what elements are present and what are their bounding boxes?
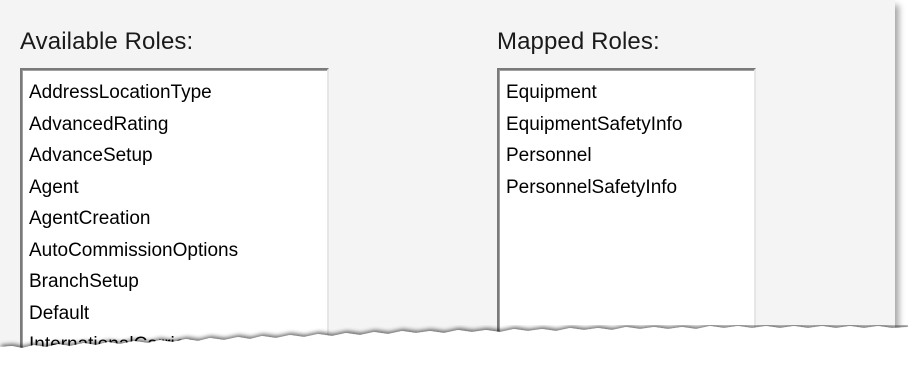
available-role-item[interactable]: BranchSetup: [29, 266, 327, 298]
available-role-item[interactable]: AddressLocationType: [29, 77, 327, 109]
mapped-role-item[interactable]: PersonnelSafetyInfo: [506, 172, 754, 204]
available-roles-label: Available Roles:: [20, 28, 194, 55]
mapped-role-item[interactable]: Personnel: [506, 140, 754, 172]
available-role-item[interactable]: AutoCommissionOptions: [29, 235, 327, 267]
torn-edge-decoration: [0, 326, 908, 365]
available-role-item[interactable]: AgentCreation: [29, 203, 327, 235]
available-role-item[interactable]: AdvancedRating: [29, 109, 327, 141]
available-roles-listbox[interactable]: AddressLocationType AdvancedRating Advan…: [20, 68, 329, 348]
mapped-role-item[interactable]: Equipment: [506, 77, 754, 109]
available-roles-list: AddressLocationType AdvancedRating Advan…: [23, 71, 327, 348]
available-role-item[interactable]: Agent: [29, 172, 327, 204]
mapped-roles-list: Equipment EquipmentSafetyInfo Personnel …: [500, 71, 754, 203]
mapped-roles-label: Mapped Roles:: [497, 28, 660, 55]
available-role-item[interactable]: AdvanceSetup: [29, 140, 327, 172]
role-mapping-panel: Available Roles: Mapped Roles: AddressLo…: [0, 0, 895, 348]
mapped-roles-listbox[interactable]: Equipment EquipmentSafetyInfo Personnel …: [497, 68, 756, 348]
mapped-role-item[interactable]: EquipmentSafetyInfo: [506, 109, 754, 141]
